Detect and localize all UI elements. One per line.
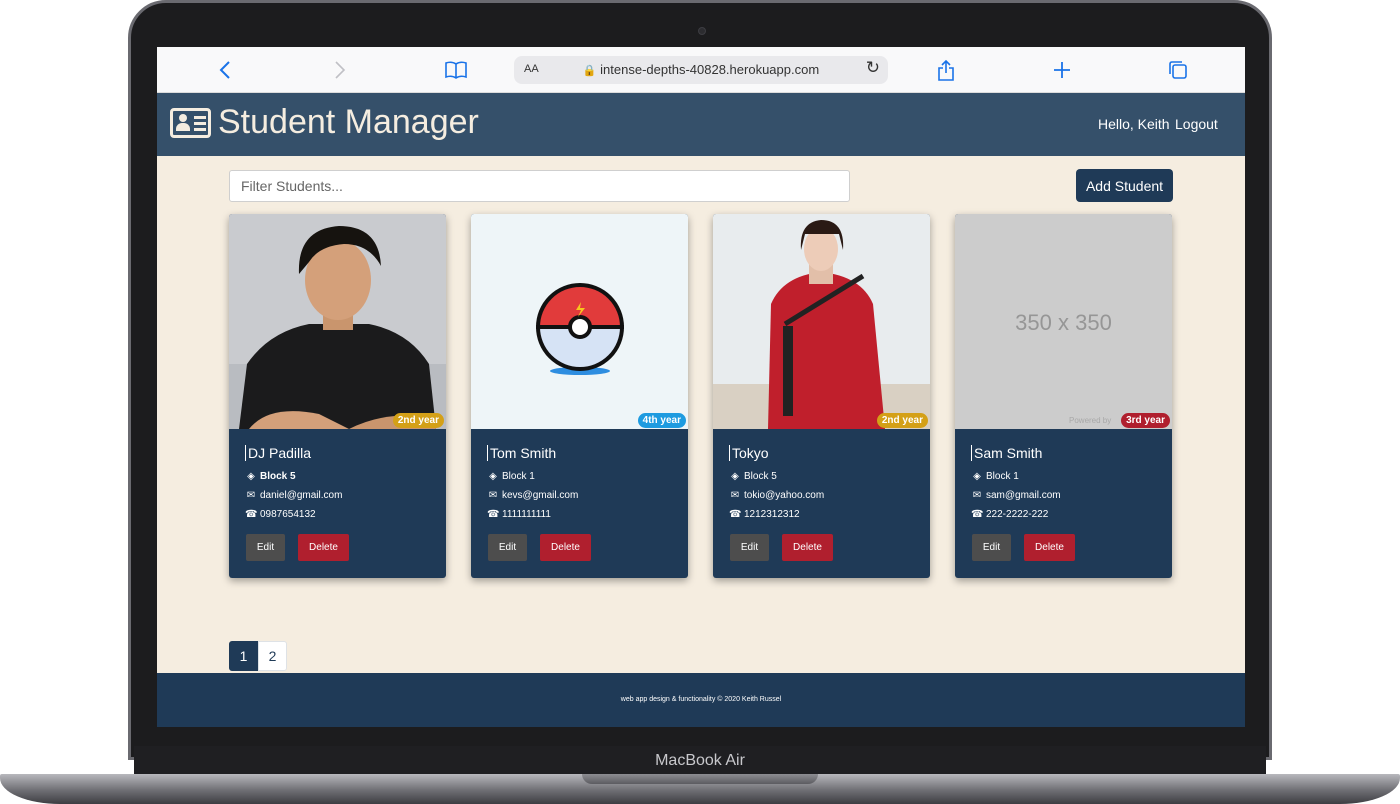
phone-icon: ☎ (487, 509, 500, 520)
student-card: 4th year Tom Smith ◈ Block 1 ✉ kevs@gmail.… (471, 214, 688, 578)
student-card: 2nd year DJ Padilla ◈ Block 5 ✉ daniel@gma… (229, 214, 446, 578)
brand[interactable]: Student Manager (170, 103, 479, 142)
address-bar[interactable]: AA 🔒 intense-depths-40828.herokuapp.com … (514, 56, 888, 84)
envelope-icon: ✉ (246, 490, 256, 501)
delete-button[interactable]: Delete (298, 534, 349, 561)
edit-button[interactable]: Edit (972, 534, 1011, 561)
add-student-button[interactable]: Add Student (1076, 169, 1173, 202)
student-name: DJ Padilla (245, 445, 311, 461)
cubes-icon: ◈ (973, 471, 981, 482)
student-name: Sam Smith (971, 445, 1042, 461)
student-email: ✉ tokio@yahoo.com (730, 490, 825, 501)
student-photo (229, 214, 446, 429)
student-card: 2nd year Tokyo ◈ Block 5 ✉ tokio@yahoo.com… (713, 214, 930, 578)
student-email: ✉ sam@gmail.com (972, 490, 1061, 501)
lock-icon: 🔒 (582, 65, 597, 77)
year-badge: 3rd year (1121, 413, 1170, 428)
student-photo (471, 214, 688, 429)
page-2-button[interactable]: 2 (258, 641, 287, 671)
footer-copyright: web app design & functionality © 2020 Ke… (620, 696, 782, 703)
student-block: ◈ Block 1 (971, 471, 1019, 482)
student-name: Tom Smith (487, 445, 556, 461)
url-value: intense-depths-40828.herokuapp.com (600, 62, 820, 77)
phone-icon: ☎ (245, 509, 258, 520)
app-title: Student Manager (218, 103, 479, 141)
tabs-icon[interactable] (1167, 58, 1189, 82)
envelope-icon: ✉ (730, 490, 740, 501)
student-block: ◈ Block 5 (245, 471, 295, 482)
app-header: Student Manager Hello, Keith Logout (157, 93, 1245, 156)
page-1-button[interactable]: 1 (229, 641, 258, 671)
student-photo-placeholder: 350 x 350 Powered by (955, 214, 1172, 429)
envelope-icon: ✉ (972, 490, 982, 501)
delete-button[interactable]: Delete (1024, 534, 1075, 561)
edit-button[interactable]: Edit (488, 534, 527, 561)
camera-icon (698, 27, 706, 35)
cubes-icon: ◈ (731, 471, 739, 482)
cubes-icon: ◈ (247, 471, 255, 482)
filter-students-input[interactable] (229, 170, 850, 202)
placeholder-size-text: 350 x 350 (1015, 310, 1112, 335)
footer: web app design & functionality © 2020 Ke… (157, 673, 1245, 727)
share-icon[interactable] (935, 58, 957, 82)
student-block: ◈ Block 5 (729, 471, 777, 482)
url-text: 🔒 intense-depths-40828.herokuapp.com (514, 62, 888, 77)
delete-button[interactable]: Delete (540, 534, 591, 561)
forward-icon[interactable] (330, 58, 350, 82)
pagination: 1 2 (229, 641, 287, 671)
student-card: 350 x 350 Powered by 3rd year Sam Smith … (955, 214, 1172, 578)
bookmarks-icon[interactable] (443, 58, 469, 82)
back-icon[interactable] (215, 58, 235, 82)
year-badge: 2nd year (876, 413, 928, 428)
browser-toolbar: AA 🔒 intense-depths-40828.herokuapp.com … (157, 47, 1245, 93)
id-card-icon (170, 107, 211, 138)
cubes-icon: ◈ (489, 471, 497, 482)
delete-button[interactable]: Delete (782, 534, 833, 561)
reload-icon[interactable]: ↻ (866, 58, 880, 78)
student-phone: ☎ 1212312312 (729, 509, 800, 520)
student-block: ◈ Block 1 (487, 471, 535, 482)
student-photo (713, 214, 930, 429)
device-name: MacBook Air (655, 752, 745, 769)
student-name: Tokyo (729, 445, 769, 461)
phone-icon: ☎ (971, 509, 984, 520)
year-badge: 4th year (637, 413, 686, 428)
screen: AA 🔒 intense-depths-40828.herokuapp.com … (157, 47, 1245, 727)
edit-button[interactable]: Edit (730, 534, 769, 561)
envelope-icon: ✉ (488, 490, 498, 501)
year-badge: 2nd year (392, 413, 444, 428)
student-phone: ☎ 1111111111 (487, 509, 551, 520)
logout-link[interactable]: Logout (1175, 116, 1218, 132)
new-tab-icon[interactable] (1051, 58, 1073, 82)
edit-button[interactable]: Edit (246, 534, 285, 561)
student-phone: ☎ 222-2222-222 (971, 509, 1049, 520)
phone-icon: ☎ (729, 509, 742, 520)
student-email: ✉ kevs@gmail.com (488, 490, 579, 501)
student-email: ✉ daniel@gmail.com (246, 490, 343, 501)
user-greeting: Hello, Keith (1098, 116, 1170, 132)
student-phone: ☎ 0987654132 (245, 509, 316, 520)
laptop-notch (582, 774, 818, 784)
powered-by-text: Powered by (1069, 416, 1112, 425)
